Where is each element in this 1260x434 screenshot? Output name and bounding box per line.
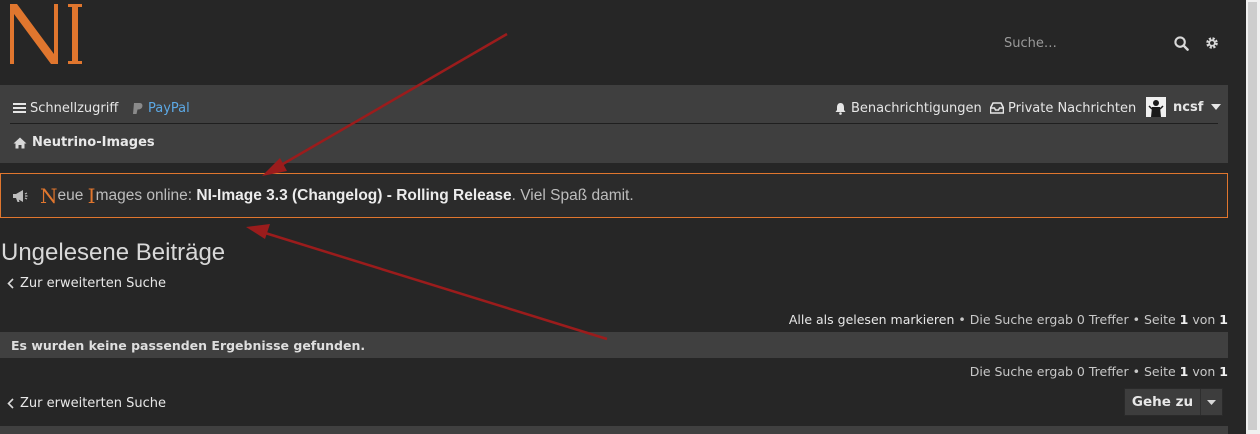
separator: •: [954, 312, 970, 327]
separator: •: [1128, 312, 1144, 327]
user-menu[interactable]: ncsf: [1146, 96, 1222, 118]
page-of: von: [1192, 364, 1216, 379]
breadcrumb-label: Neutrino-Images: [32, 135, 155, 150]
avatar: [1146, 97, 1166, 117]
search-input[interactable]: [996, 30, 1161, 56]
search-bar: [996, 30, 1222, 56]
scrollbar[interactable]: [1246, 0, 1260, 434]
no-results-message: Es wurden keine passenden Ergebnisse gef…: [0, 332, 1228, 358]
page-total: 1: [1219, 364, 1228, 379]
navbar: Schnellzugriff PayPal Benachrichtigungen…: [0, 85, 1228, 163]
quick-access-label: Schnellzugriff: [30, 100, 119, 116]
chevron-left-icon: [7, 398, 14, 409]
advanced-search-link-top[interactable]: Zur erweiterten Suche: [7, 276, 166, 291]
ni-logo-graphic: [10, 4, 82, 64]
page-prefix: Seite: [1143, 364, 1176, 379]
username: ncsf: [1173, 99, 1204, 115]
advanced-search-label: Zur erweiterten Suche: [20, 276, 166, 291]
inbox-icon: [990, 102, 1004, 114]
breadcrumb[interactable]: Neutrino-Images: [13, 135, 155, 150]
announcement-tail: . Viel Spaß damit.: [511, 186, 634, 204]
goto-label: Gehe zu: [1125, 389, 1201, 415]
page-prefix: Seite: [1143, 312, 1176, 327]
mark-read-link[interactable]: Alle als gelesen markieren: [789, 312, 955, 327]
pagination-info-top: Alle als gelesen markieren • Die Suche e…: [789, 312, 1228, 327]
result-count: Die Suche ergab 0 Treffer: [969, 364, 1129, 379]
goto-dropdown[interactable]: Gehe zu: [1124, 388, 1223, 416]
page-current: 1: [1179, 312, 1189, 327]
pagination-info-bottom: Die Suche ergab 0 Treffer • Seite 1 von …: [970, 364, 1228, 379]
private-messages-link[interactable]: Private Nachrichten: [990, 99, 1136, 117]
announcement-banner: Neue Images online: NI-Image 3.3 (Change…: [0, 173, 1228, 218]
private-messages-label: Private Nachrichten: [1008, 100, 1137, 116]
announcement-text-1: eue: [57, 186, 88, 204]
advanced-search-link-bottom[interactable]: Zur erweiterten Suche: [7, 396, 166, 411]
notifications-link[interactable]: Benachrichtigungen: [834, 99, 982, 117]
scrollbar-thumb[interactable]: [1248, 2, 1257, 430]
hamburger-icon: [13, 103, 26, 113]
navbar-divider: [10, 123, 1218, 124]
page-total: 1: [1219, 312, 1228, 327]
notifications-label: Benachrichtigungen: [851, 100, 982, 116]
paypal-icon: [133, 102, 143, 114]
bell-icon: [835, 102, 846, 115]
announcement-text-2: mages online:: [95, 186, 197, 204]
announcement-initial-n: N: [40, 183, 58, 208]
chevron-left-icon: [7, 278, 14, 289]
advanced-search-label: Zur erweiterten Suche: [20, 396, 166, 411]
footer-bar: [0, 426, 1228, 434]
search-icon[interactable]: [1170, 30, 1192, 56]
page-of: von: [1192, 312, 1216, 327]
home-icon: [13, 137, 27, 148]
bullhorn-icon: [12, 189, 28, 203]
page-current: 1: [1179, 364, 1189, 379]
result-count: Die Suche ergab 0 Treffer: [969, 312, 1129, 327]
paypal-label: PayPal: [148, 100, 190, 116]
paypal-link[interactable]: PayPal: [132, 99, 190, 117]
chevron-down-icon: [1201, 389, 1222, 415]
announcement-highlight-link[interactable]: NI-Image 3.3 (Changelog) - Rolling Relea…: [196, 187, 511, 205]
site-logo[interactable]: [6, 2, 86, 68]
annotation-arrow-lower: [246, 224, 608, 341]
announcement-initial-i: I: [87, 183, 96, 208]
separator: •: [1128, 364, 1144, 379]
quick-access-menu[interactable]: Schnellzugriff: [13, 99, 118, 117]
chevron-down-icon: [1211, 104, 1222, 110]
page-title: Ungelesene Beiträge: [1, 239, 226, 266]
gear-icon[interactable]: [1201, 30, 1223, 56]
